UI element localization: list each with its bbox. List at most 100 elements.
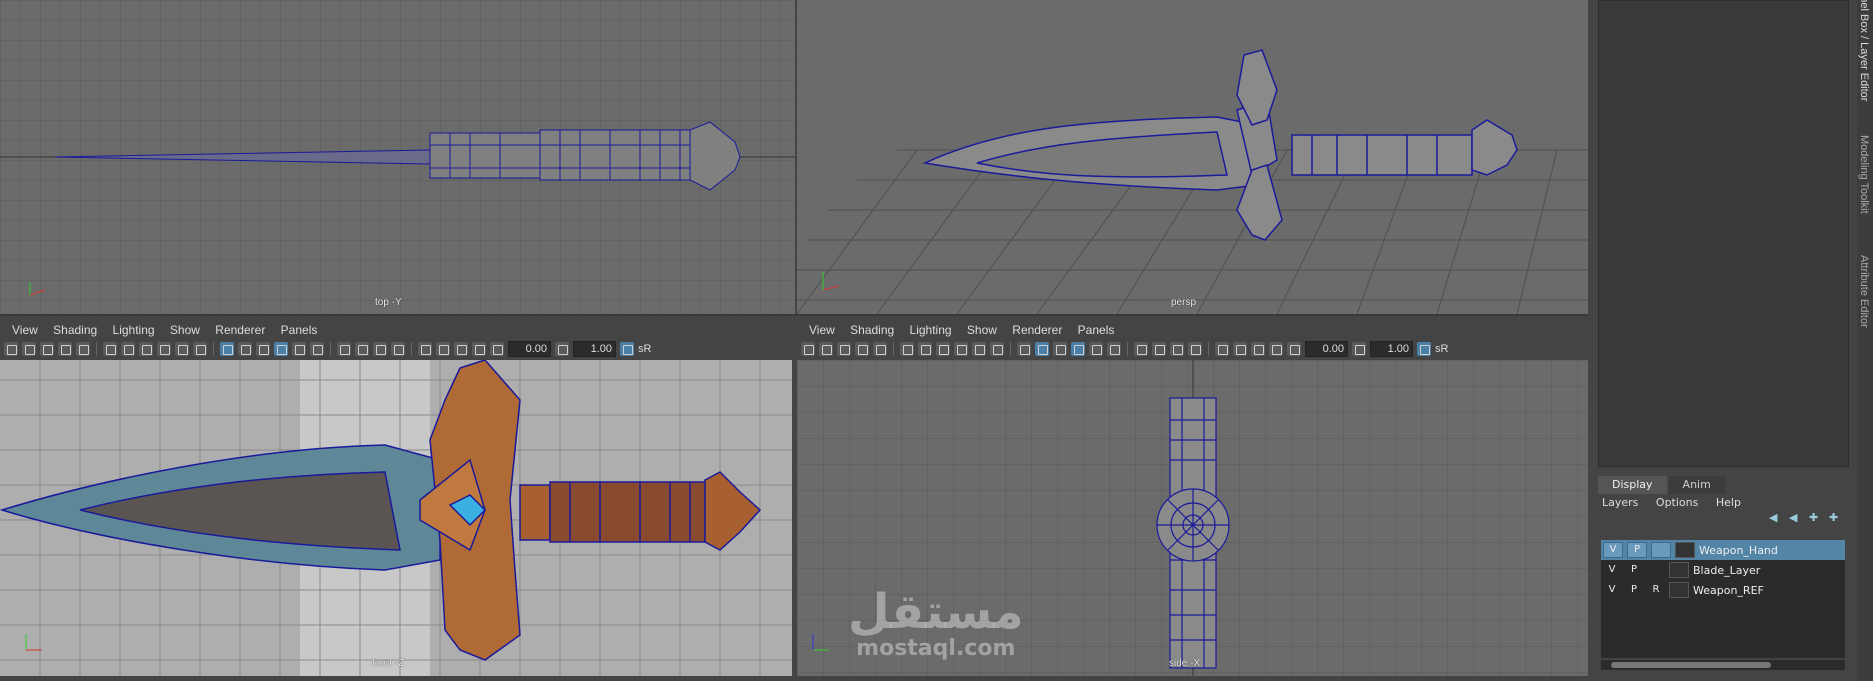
tab-modeling-toolkit[interactable]: Modeling Toolkit (1858, 135, 1870, 214)
new-layer-icon[interactable]: ✚ (1809, 512, 1823, 524)
menu-help[interactable]: Help (1716, 496, 1741, 509)
viewport-persp[interactable]: persp (797, 0, 1588, 314)
gamma-field[interactable]: 1.00 (1370, 341, 1413, 357)
backface-culling-icon[interactable] (472, 342, 486, 356)
anti-aliasing-icon[interactable] (1188, 342, 1202, 356)
smooth-shade-icon[interactable] (1035, 342, 1049, 356)
layer-visibility-toggle[interactable]: V (1603, 563, 1621, 577)
menu-view[interactable]: View (12, 320, 38, 340)
gamma-icon[interactable] (555, 342, 569, 356)
layer-color-swatch[interactable] (1675, 542, 1695, 558)
menu-show[interactable]: Show (170, 320, 200, 340)
layer-visibility-toggle[interactable]: V (1603, 583, 1621, 597)
film-gate-icon[interactable] (918, 342, 932, 356)
tab-channel-box-layer-editor[interactable]: Channel Box / Layer Editor (1858, 0, 1870, 101)
menu-options[interactable]: Options (1656, 496, 1698, 509)
channel-box[interactable] (1598, 0, 1849, 467)
exposure-icon[interactable] (1287, 342, 1301, 356)
exposure-icon[interactable] (490, 342, 504, 356)
menu-show[interactable]: Show (967, 320, 997, 340)
lights-icon[interactable] (1107, 342, 1121, 356)
ambient-occlusion-icon[interactable] (1152, 342, 1166, 356)
isolate-select-icon[interactable] (418, 342, 432, 356)
srgb-label[interactable]: sR (638, 343, 651, 355)
shadows-icon[interactable] (337, 342, 351, 356)
move-layer-down-icon[interactable]: ◀ (1789, 512, 1803, 524)
gamma-field[interactable]: 1.00 (573, 341, 616, 357)
anti-aliasing-icon[interactable] (391, 342, 405, 356)
layer-display-type-toggle[interactable]: R (1647, 583, 1665, 597)
field-chart-icon[interactable] (175, 342, 189, 356)
move-layer-up-icon[interactable]: ◀ (1769, 512, 1783, 524)
default-material-icon[interactable] (256, 342, 270, 356)
resolution-gate-icon[interactable] (936, 342, 950, 356)
menu-lighting[interactable]: Lighting (910, 320, 952, 340)
grid-icon[interactable] (103, 342, 117, 356)
image-plane-icon[interactable] (855, 342, 869, 356)
new-layer-from-selection-icon[interactable]: ✚ (1829, 512, 1843, 524)
smooth-shade-icon[interactable] (238, 342, 252, 356)
grid-icon[interactable] (900, 342, 914, 356)
viewport-divider[interactable] (0, 314, 1588, 316)
grease-pencil-icon[interactable] (873, 342, 887, 356)
safe-title-icon[interactable] (193, 342, 207, 356)
menu-renderer[interactable]: Renderer (1012, 320, 1062, 340)
layer-visibility-toggle[interactable]: V (1603, 542, 1623, 558)
bookmark-icon[interactable] (40, 342, 54, 356)
menu-panels[interactable]: Panels (281, 320, 318, 340)
layer-name[interactable]: Blade_Layer (1693, 564, 1760, 577)
color-management-icon[interactable] (1417, 342, 1431, 356)
backface-culling-icon[interactable] (1269, 342, 1283, 356)
layer-playback-toggle[interactable]: P (1625, 563, 1643, 577)
resolution-gate-icon[interactable] (139, 342, 153, 356)
tab-attribute-editor[interactable]: Attribute Editor (1858, 255, 1870, 328)
layer-color-swatch[interactable] (1669, 562, 1689, 578)
wireframe-on-shaded-icon[interactable] (1071, 342, 1085, 356)
color-management-icon[interactable] (620, 342, 634, 356)
gate-mask-icon[interactable] (954, 342, 968, 356)
layer-row[interactable]: V P R Weapon_REF (1601, 580, 1845, 600)
wireframe-icon[interactable] (1017, 342, 1031, 356)
film-gate-icon[interactable] (121, 342, 135, 356)
camera-icon[interactable] (801, 342, 815, 356)
menu-lighting[interactable]: Lighting (113, 320, 155, 340)
ambient-occlusion-icon[interactable] (355, 342, 369, 356)
grease-pencil-icon[interactable] (76, 342, 90, 356)
motion-blur-icon[interactable] (373, 342, 387, 356)
layer-playback-toggle[interactable]: P (1627, 542, 1647, 558)
motion-blur-icon[interactable] (1170, 342, 1184, 356)
menu-layers[interactable]: Layers (1602, 496, 1638, 509)
layer-color-swatch[interactable] (1669, 582, 1689, 598)
layer-display-type-toggle[interactable] (1651, 542, 1671, 558)
exposure-field[interactable]: 0.00 (1305, 341, 1348, 357)
menu-shading[interactable]: Shading (850, 320, 894, 340)
menu-shading[interactable]: Shading (53, 320, 97, 340)
scrollbar-thumb[interactable] (1611, 662, 1771, 668)
xray-icon[interactable] (436, 342, 450, 356)
camera-attributes-icon[interactable] (819, 342, 833, 356)
isolate-select-icon[interactable] (1215, 342, 1229, 356)
menu-view[interactable]: View (809, 320, 835, 340)
default-material-icon[interactable] (1053, 342, 1067, 356)
viewport-top[interactable]: top -Y (0, 0, 795, 314)
tab-anim[interactable]: Anim (1668, 476, 1725, 494)
srgb-label[interactable]: sR (1435, 343, 1448, 355)
xray-icon[interactable] (1233, 342, 1247, 356)
textured-icon[interactable] (1089, 342, 1103, 356)
layer-display-type-toggle[interactable] (1647, 563, 1665, 577)
xray-joints-icon[interactable] (1251, 342, 1265, 356)
xray-joints-icon[interactable] (454, 342, 468, 356)
layer-name[interactable]: Weapon_REF (1693, 584, 1764, 597)
viewport-front[interactable]: front -Z (0, 360, 792, 676)
layer-list-scrollbar[interactable] (1601, 660, 1845, 670)
menu-panels[interactable]: Panels (1078, 320, 1115, 340)
gamma-icon[interactable] (1352, 342, 1366, 356)
field-chart-icon[interactable] (972, 342, 986, 356)
menu-renderer[interactable]: Renderer (215, 320, 265, 340)
exposure-field[interactable]: 0.00 (508, 341, 551, 357)
lights-icon[interactable] (310, 342, 324, 356)
layer-row[interactable]: V P Weapon_Hand (1601, 540, 1845, 560)
shadows-icon[interactable] (1134, 342, 1148, 356)
safe-title-icon[interactable] (990, 342, 1004, 356)
bookmark-icon[interactable] (837, 342, 851, 356)
